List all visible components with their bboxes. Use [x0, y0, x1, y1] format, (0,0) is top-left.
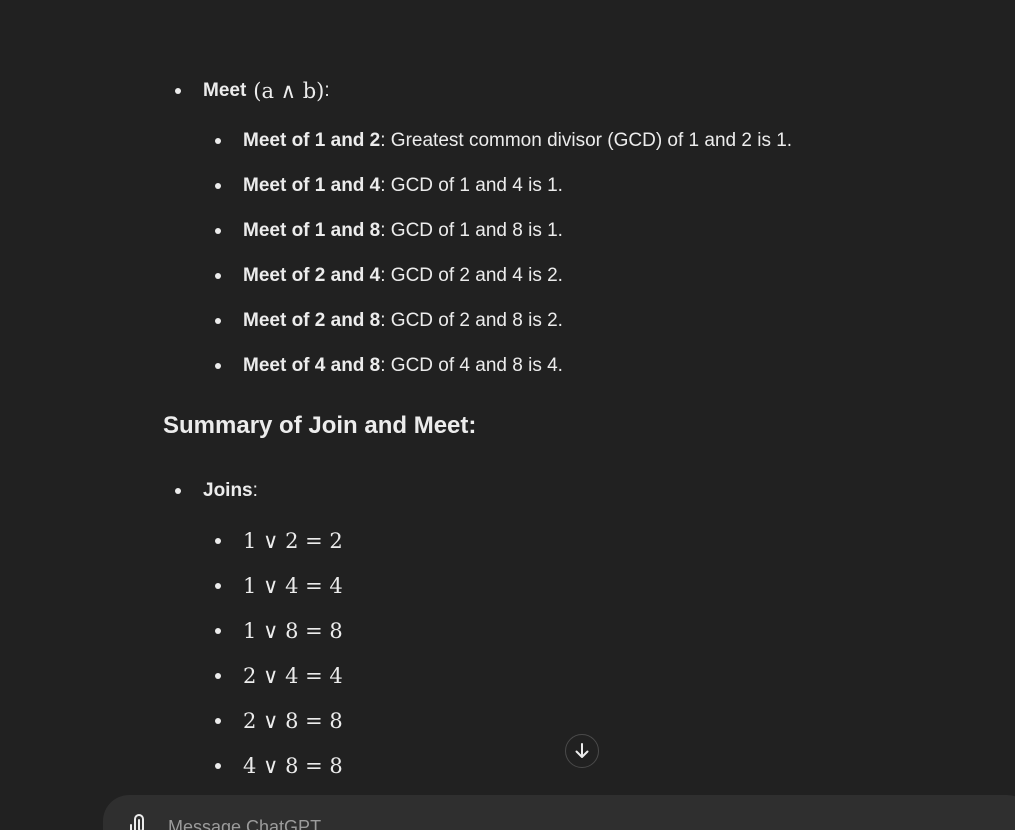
meet-list-item: Meet (a ∧ b) :: [203, 78, 330, 104]
bullet-dot: [175, 88, 181, 94]
join-sub-item: 4 ∨ 8 = 8: [243, 752, 343, 780]
meet-sub-item: Meet of 1 and 4: GCD of 1 and 4 is 1.: [243, 173, 563, 199]
join-equation: 4 ∨ 8 = 8: [243, 754, 343, 778]
joins-suffix: :: [252, 480, 258, 501]
meet-label: Meet: [203, 80, 247, 101]
message-composer[interactable]: Message ChatGPT: [103, 795, 1015, 830]
bullet-dot: [215, 628, 221, 634]
scroll-to-bottom-button[interactable]: [565, 734, 599, 768]
meet-sub-item: Meet of 1 and 2: Greatest common divisor…: [243, 128, 792, 154]
join-sub-item: 1 ∨ 8 = 8: [243, 617, 343, 645]
meet-sub-item-text: : GCD of 1 and 8 is 1.: [380, 220, 563, 241]
chat-page: Meet (a ∧ b) : Meet of 1 and 2: Greatest…: [0, 0, 1015, 830]
join-sub-item: 1 ∨ 2 = 2: [243, 527, 343, 555]
meet-sub-item-title: Meet of 1 and 4: [243, 175, 381, 196]
meet-sub-item-text: : Greatest common divisor (GCD) of 1 and…: [380, 130, 793, 151]
bullet-dot: [215, 273, 221, 279]
join-equation: 2 ∨ 8 = 8: [243, 709, 343, 733]
bullet-dot: [215, 183, 221, 189]
meet-math: (a ∧ b): [253, 79, 325, 103]
meet-sub-item-title: Meet of 1 and 2: [243, 130, 381, 151]
bullet-dot: [215, 583, 221, 589]
joins-label: Joins: [203, 480, 253, 501]
join-equation: 1 ∨ 4 = 4: [243, 574, 343, 598]
meet-sub-item-title: Meet of 1 and 8: [243, 220, 381, 241]
bullet-dot: [215, 138, 221, 144]
meet-sub-item: Meet of 1 and 8: GCD of 1 and 8 is 1.: [243, 218, 563, 244]
arrow-down-icon: [575, 743, 589, 758]
bullet-dot: [215, 763, 221, 769]
meet-sub-item: Meet of 2 and 8: GCD of 2 and 8 is 2.: [243, 308, 563, 334]
meet-sub-item-title: Meet of 2 and 4: [243, 265, 381, 286]
join-sub-item: 2 ∨ 8 = 8: [243, 707, 343, 735]
meet-sub-item-title: Meet of 2 and 8: [243, 310, 381, 331]
meet-sub-item-title: Meet of 4 and 8: [243, 355, 381, 376]
paperclip-icon[interactable]: [128, 813, 150, 830]
message-input-placeholder[interactable]: Message ChatGPT: [168, 817, 321, 830]
bullet-dot: [215, 363, 221, 369]
bullet-dot: [215, 673, 221, 679]
bullet-dot: [215, 718, 221, 724]
join-sub-item: 1 ∨ 4 = 4: [243, 572, 343, 600]
join-sub-item: 2 ∨ 4 = 4: [243, 662, 343, 690]
join-equation: 1 ∨ 2 = 2: [243, 529, 343, 553]
summary-heading: Summary of Join and Meet:: [163, 412, 477, 439]
meet-sub-item-text: : GCD of 2 and 8 is 2.: [380, 310, 563, 331]
meet-sub-item-text: : GCD of 2 and 4 is 2.: [380, 265, 563, 286]
join-equation: 2 ∨ 4 = 4: [243, 664, 343, 688]
join-equation: 1 ∨ 8 = 8: [243, 619, 343, 643]
joins-list-item: Joins :: [203, 478, 258, 504]
meet-sub-item-text: : GCD of 1 and 4 is 1.: [380, 175, 563, 196]
bullet-dot: [215, 318, 221, 324]
bullet-dot: [215, 228, 221, 234]
meet-sub-item: Meet of 2 and 4: GCD of 2 and 4 is 2.: [243, 263, 563, 289]
meet-suffix: :: [324, 80, 330, 101]
bullet-dot: [215, 538, 221, 544]
meet-sub-item: Meet of 4 and 8: GCD of 4 and 8 is 4.: [243, 353, 563, 379]
meet-sub-item-text: : GCD of 4 and 8 is 4.: [380, 355, 563, 376]
bullet-dot: [175, 488, 181, 494]
